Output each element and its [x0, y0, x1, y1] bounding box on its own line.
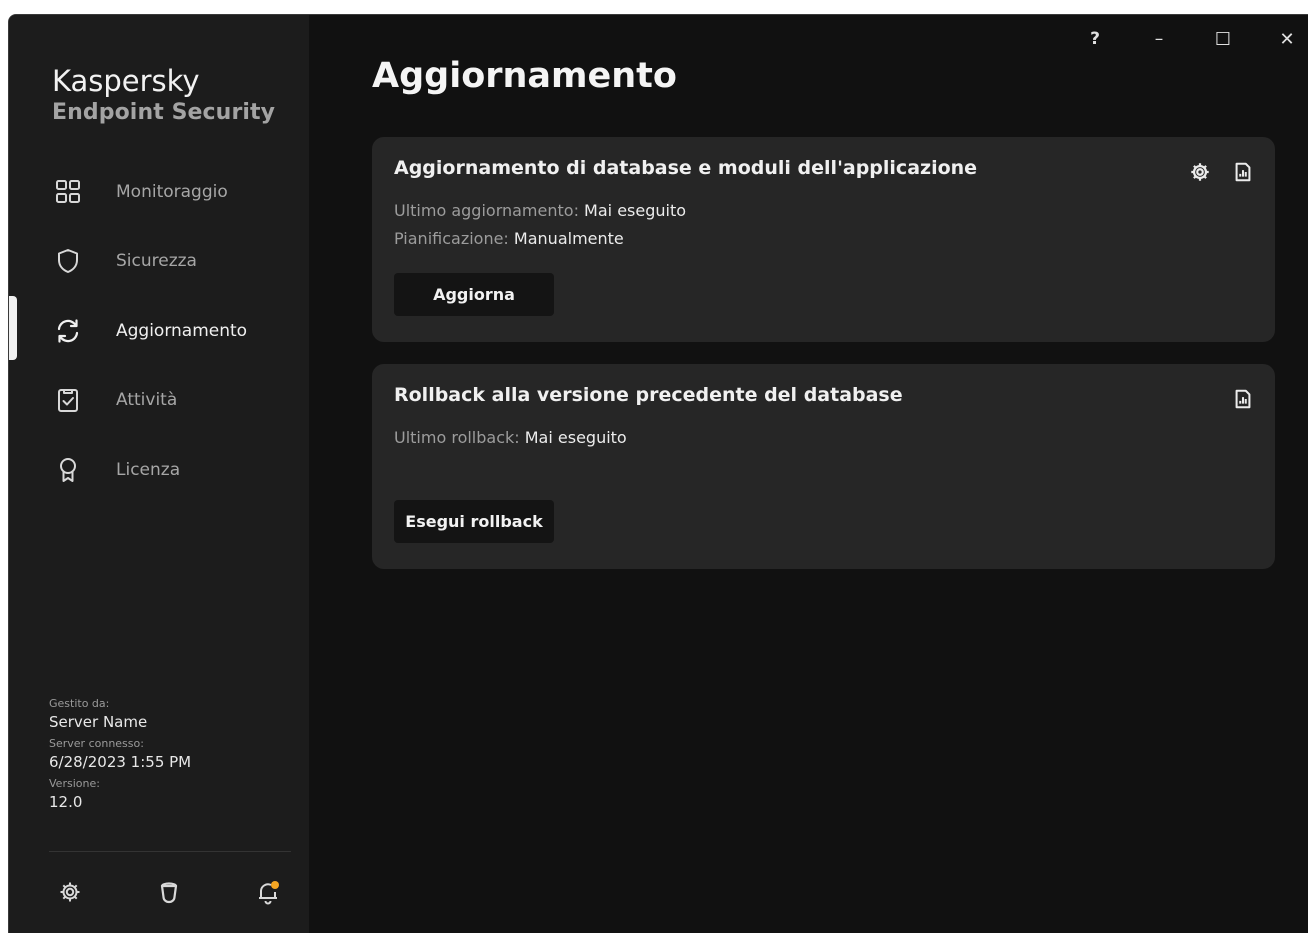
- brand-subtitle: Endpoint Security: [52, 100, 276, 125]
- dashboard-icon: [54, 178, 82, 206]
- sidebar-item-label: Attività: [116, 390, 178, 411]
- brand: Kaspersky Endpoint Security: [52, 63, 275, 127]
- sidebar-item-monitoraggio[interactable]: Monitoraggio: [9, 157, 309, 227]
- notifications-icon[interactable]: [251, 875, 285, 909]
- version-value: 12.0: [49, 793, 83, 811]
- refresh-icon: [54, 317, 82, 345]
- sidebar-bottom-toolbar: [49, 875, 299, 911]
- schedule-row: Pianificazione: Manualmente: [394, 229, 624, 248]
- minimize-button[interactable]: –: [1149, 25, 1169, 53]
- managed-by-label: Gestito da:: [49, 697, 110, 710]
- last-rollback-label: Ultimo rollback:: [394, 428, 520, 447]
- rollback-card: Rollback alla versione precedente del da…: [372, 364, 1275, 569]
- sidebar-item-label: Sicurezza: [116, 251, 197, 272]
- update-card: Aggiornamento di database e moduli dell'…: [372, 137, 1275, 342]
- server-connected-value: 6/28/2023 1:55 PM: [49, 753, 192, 771]
- brand-name: Kaspersky: [52, 64, 200, 98]
- settings-icon[interactable]: [53, 875, 87, 909]
- sidebar-item-licenza[interactable]: Licenza: [9, 435, 309, 505]
- schedule-label: Pianificazione:: [394, 229, 509, 248]
- managed-by-value: Server Name: [49, 713, 148, 731]
- report-icon[interactable]: [1230, 386, 1256, 412]
- shield-icon: [54, 247, 82, 275]
- last-rollback-row: Ultimo rollback: Mai eseguito: [394, 428, 627, 447]
- sidebar-item-aggiornamento[interactable]: Aggiornamento: [9, 296, 309, 366]
- sidebar-item-sicurezza[interactable]: Sicurezza: [9, 227, 309, 297]
- sidebar: Kaspersky Endpoint Security Monitoraggio: [9, 15, 309, 933]
- schedule-value: Manualmente: [513, 229, 624, 248]
- report-icon[interactable]: [1230, 159, 1256, 185]
- app-window: Kaspersky Endpoint Security Monitoraggio: [8, 14, 1308, 933]
- clipboard-check-icon: [54, 386, 82, 414]
- sidebar-nav: Monitoraggio Sicurezza Aggiornamento Att…: [9, 157, 309, 505]
- sidebar-divider: [49, 851, 291, 852]
- last-update-value: Mai eseguito: [584, 201, 687, 220]
- support-icon[interactable]: [152, 875, 186, 909]
- last-update-row: Ultimo aggiornamento: Mai eseguito: [394, 201, 686, 220]
- version-label: Versione:: [49, 777, 100, 790]
- update-button[interactable]: Aggiorna: [394, 273, 554, 316]
- main-content: ? – ☐ ✕ Aggiornamento Aggiornamento di d…: [309, 15, 1308, 933]
- update-card-title: Aggiornamento di database e moduli dell'…: [394, 157, 978, 179]
- maximize-button[interactable]: ☐: [1211, 25, 1235, 53]
- last-rollback-value: Mai eseguito: [524, 428, 627, 447]
- rollback-card-title: Rollback alla versione precedente del da…: [394, 384, 903, 406]
- help-button[interactable]: ?: [1085, 25, 1105, 53]
- sidebar-item-label: Aggiornamento: [116, 320, 248, 341]
- sidebar-item-attivita[interactable]: Attività: [9, 366, 309, 436]
- gear-icon[interactable]: [1187, 159, 1213, 185]
- page-title: Aggiornamento: [372, 56, 677, 96]
- sidebar-item-label: Monitoraggio: [116, 181, 228, 202]
- close-button[interactable]: ✕: [1275, 25, 1299, 53]
- server-connected-label: Server connesso:: [49, 737, 144, 750]
- rollback-button[interactable]: Esegui rollback: [394, 500, 554, 543]
- notification-dot: [271, 881, 279, 889]
- sidebar-item-label: Licenza: [116, 459, 181, 480]
- managed-info: Gestito da: Server Name Server connesso:…: [49, 697, 191, 817]
- award-icon: [54, 456, 82, 484]
- last-update-label: Ultimo aggiornamento:: [394, 201, 579, 220]
